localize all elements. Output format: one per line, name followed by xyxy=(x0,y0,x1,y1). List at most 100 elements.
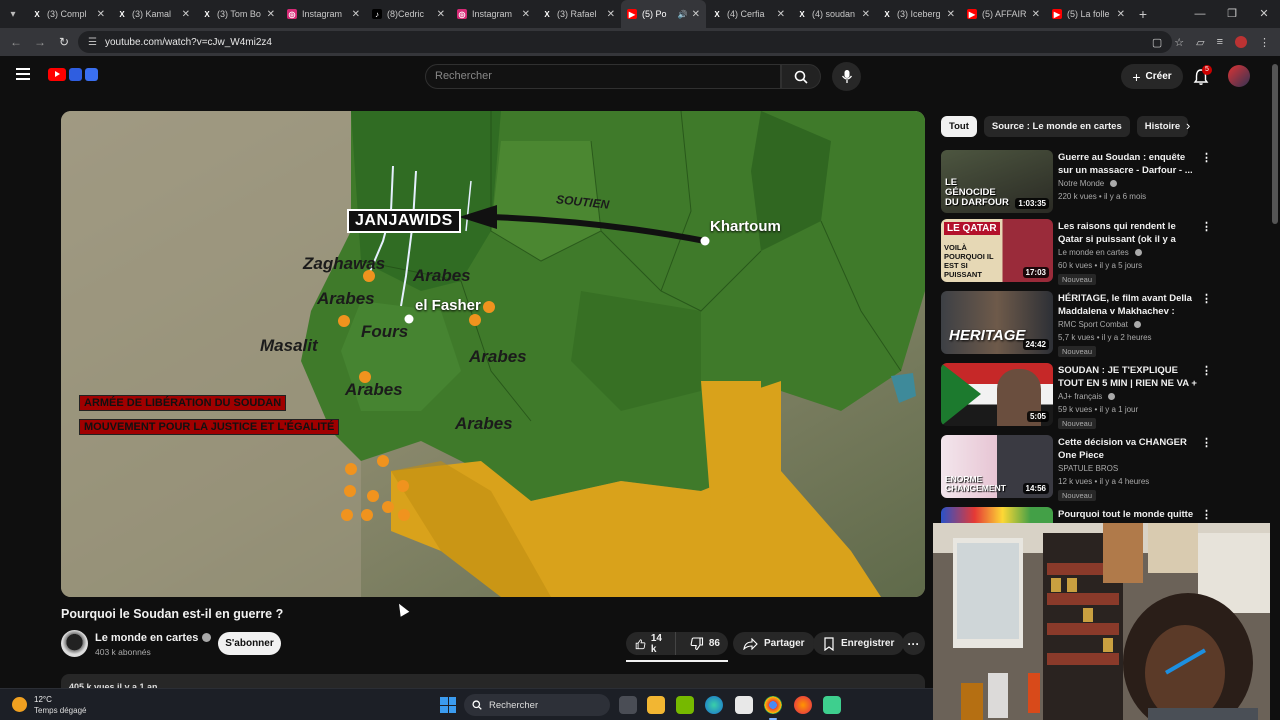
back-button[interactable]: ← xyxy=(4,35,28,49)
profile-icon[interactable] xyxy=(1235,36,1247,48)
close-tab-icon[interactable]: ✕ xyxy=(777,9,785,20)
extensions-icon[interactable]: ▱ xyxy=(1196,36,1204,49)
kebab-menu-icon[interactable]: ⋮ xyxy=(1201,508,1211,521)
new-tab-button[interactable]: + xyxy=(1131,6,1155,22)
recommendation-title[interactable]: SOUDAN : JE T'EXPLIQUE TOUT EN 5 MIN | R… xyxy=(1058,364,1198,390)
file-explorer-icon[interactable] xyxy=(647,696,665,714)
recommendation-item[interactable]: LE QATAR VOILÀ POURQUOI IL EST SI PUISSA… xyxy=(941,219,1212,285)
voice-search-button[interactable] xyxy=(832,62,861,91)
browser-tab[interactable]: X (4) soudan ✕ xyxy=(791,0,876,28)
youtube-logo[interactable] xyxy=(48,68,98,81)
close-tab-icon[interactable]: ✕ xyxy=(692,9,700,20)
chrome-icon[interactable] xyxy=(764,696,782,720)
forward-button[interactable]: → xyxy=(28,35,52,49)
kebab-menu-icon[interactable]: ⋮ xyxy=(1201,151,1212,164)
site-info-icon[interactable]: ☰ xyxy=(88,37,97,48)
chip-history[interactable]: Histoire xyxy=(1136,116,1189,137)
browser-tab[interactable]: ◎ Instagram ✕ xyxy=(281,0,366,28)
browser-tab[interactable]: X (4) Cerfia ✕ xyxy=(706,0,791,28)
browser-tab[interactable]: ▶ (5) La folle ✕ xyxy=(1046,0,1131,28)
close-tab-icon[interactable]: ✕ xyxy=(522,9,530,20)
search-input[interactable]: Rechercher xyxy=(425,64,781,89)
account-avatar[interactable] xyxy=(1228,65,1250,87)
create-button[interactable]: + Créer xyxy=(1121,64,1183,89)
close-tab-icon[interactable]: ✕ xyxy=(97,9,105,20)
chips-next-chevron-icon[interactable]: › xyxy=(1186,118,1202,136)
recommendation-title[interactable]: Cette décision va CHANGER One Piece xyxy=(1058,436,1198,462)
close-tab-icon[interactable]: ✕ xyxy=(352,9,360,20)
browser-tab[interactable]: X (3) Iceberg ✕ xyxy=(876,0,961,28)
video-thumbnail[interactable] xyxy=(941,507,1053,523)
browser-tab[interactable]: ▶ (5) AFFAIR ✕ xyxy=(961,0,1046,28)
subscribe-button[interactable]: S'abonner xyxy=(218,632,281,655)
browser-tab[interactable]: ♪ (8)Cedric ✕ xyxy=(366,0,451,28)
video-thumbnail[interactable]: LE QATAR VOILÀ POURQUOI IL EST SI PUISSA… xyxy=(941,219,1053,282)
recommendation-item[interactable]: LE GÉNOCIDE DU DARFOUR 1:03:35 Guerre au… xyxy=(941,150,1212,216)
close-tab-icon[interactable]: ✕ xyxy=(862,9,870,20)
page-scrollbar[interactable] xyxy=(1270,56,1280,720)
tab-audio-icon[interactable]: 🔊 xyxy=(678,10,688,19)
recommendation-channel[interactable]: Notre Monde xyxy=(1058,179,1118,188)
browser-tab[interactable]: X (3) Compl ✕ xyxy=(26,0,111,28)
app-icon[interactable] xyxy=(823,696,841,714)
scrollbar-thumb[interactable] xyxy=(1272,64,1278,224)
video-thumbnail[interactable]: HERITAGE 24:42 xyxy=(941,291,1053,354)
recommendation-channel[interactable]: AJ+ français xyxy=(1058,392,1116,401)
recommendation-channel[interactable]: SPATULE BROS xyxy=(1058,464,1118,473)
recommendation-channel[interactable]: RMC Sport Combat xyxy=(1058,320,1142,329)
recommendation-item[interactable]: 5:05 SOUDAN : JE T'EXPLIQUE TOUT EN 5 MI… xyxy=(941,363,1212,429)
recommendation-channel[interactable]: Le monde en cartes xyxy=(1058,248,1142,257)
chip-source[interactable]: Source : Le monde en cartes xyxy=(983,116,1130,137)
edge-browser-icon[interactable] xyxy=(705,696,723,714)
close-tab-icon[interactable]: ✕ xyxy=(182,9,190,20)
close-window-button[interactable]: ✕ xyxy=(1248,0,1280,28)
tab-search-button[interactable]: ▾ xyxy=(0,0,26,28)
recommendation-title[interactable]: HÉRITAGE, le film avant Della Maddalena … xyxy=(1058,292,1198,318)
bookmark-star-icon[interactable]: ☆ xyxy=(1174,36,1184,49)
kebab-menu-icon[interactable]: ⋮ xyxy=(1201,220,1212,233)
kebab-menu-icon[interactable]: ⋮ xyxy=(1201,364,1212,377)
task-view-icon[interactable] xyxy=(619,696,637,714)
close-tab-icon[interactable]: ✕ xyxy=(947,9,955,20)
kebab-menu-icon[interactable]: ⋮ xyxy=(1201,292,1212,305)
media-controls-icon[interactable]: ≡ xyxy=(1217,36,1223,48)
recommendation-title[interactable]: Guerre au Soudan : enquête sur un massac… xyxy=(1058,151,1198,177)
browser-menu-icon[interactable]: ⋮ xyxy=(1259,36,1270,49)
chip-all[interactable]: Tout xyxy=(941,116,977,137)
cast-icon[interactable]: ▢ xyxy=(1152,36,1162,49)
reload-button[interactable]: ↻ xyxy=(52,35,76,49)
video-thumbnail[interactable]: ENORME CHANGEMENT 14:56 xyxy=(941,435,1053,498)
kebab-menu-icon[interactable]: ⋮ xyxy=(1201,436,1212,449)
close-tab-icon[interactable]: ✕ xyxy=(437,9,445,20)
dislike-button[interactable]: 86 xyxy=(682,632,728,655)
nvidia-icon[interactable] xyxy=(676,696,694,714)
like-button[interactable]: 14 k xyxy=(626,632,676,655)
close-tab-icon[interactable]: ✕ xyxy=(607,9,615,20)
weather-temperature[interactable]: 12°C xyxy=(34,695,52,704)
video-thumbnail[interactable]: LE GÉNOCIDE DU DARFOUR 1:03:35 xyxy=(941,150,1053,213)
channel-name-link[interactable]: Le monde en cartes xyxy=(95,632,212,644)
close-tab-icon[interactable]: ✕ xyxy=(1032,9,1040,20)
recommendation-title[interactable]: Pourquoi tout le monde quitte le xyxy=(1058,508,1198,523)
weather-description[interactable]: Temps dégagé xyxy=(34,706,86,715)
save-button[interactable]: Enregistrer xyxy=(813,632,905,655)
minimize-button[interactable]: — xyxy=(1184,0,1216,28)
video-player[interactable]: JANJAWIDS SOUTIEN Khartoum el Fasher Zag… xyxy=(61,111,925,597)
menu-hamburger-icon[interactable] xyxy=(16,68,30,80)
browser-tab[interactable]: X (3) Tom Bo ✕ xyxy=(196,0,281,28)
channel-avatar[interactable] xyxy=(61,630,88,657)
browser-tab[interactable]: ▶ (5) Po 🔊 ✕ xyxy=(621,0,706,28)
microsoft-store-icon[interactable] xyxy=(735,696,753,714)
close-tab-icon[interactable]: ✕ xyxy=(267,9,275,20)
recommendation-item[interactable]: HERITAGE 24:42 HÉRITAGE, le film avant D… xyxy=(941,291,1212,357)
browser-tab[interactable]: X (3) Rafael ✕ xyxy=(536,0,621,28)
recommendation-item[interactable]: Pourquoi tout le monde quitte le ⋮ xyxy=(941,507,1211,523)
firefox-icon[interactable] xyxy=(794,696,812,714)
windows-start-icon[interactable] xyxy=(440,697,456,713)
recommendation-title[interactable]: Les raisons qui rendent le Qatar si puis… xyxy=(1058,220,1198,246)
close-tab-icon[interactable]: ✕ xyxy=(1117,9,1125,20)
more-actions-button[interactable]: ··· xyxy=(902,632,925,655)
search-button[interactable] xyxy=(781,64,821,89)
address-bar[interactable]: ☰ youtube.com/watch?v=cJw_W4mi2z4 xyxy=(78,31,1172,53)
browser-tab[interactable]: X (3) Kamal ✕ xyxy=(111,0,196,28)
